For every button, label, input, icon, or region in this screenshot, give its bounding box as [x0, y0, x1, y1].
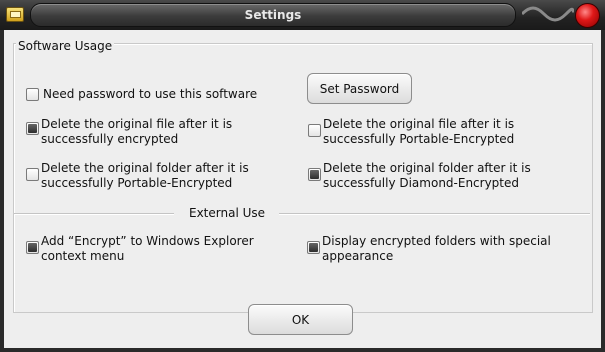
close-button[interactable]: [575, 3, 600, 28]
delete-file-portable-label: Delete the original file after it is suc…: [323, 117, 515, 146]
need-password-label: Need password to use this software: [43, 87, 258, 101]
title-bar[interactable]: Settings: [0, 0, 605, 30]
need-password-checkbox[interactable]: [26, 88, 39, 101]
special-appearance-checkbox[interactable]: [307, 241, 320, 254]
delete-folder-diamond-label: Delete the original folder after it is s…: [323, 161, 531, 190]
delete-file-portable-checkbox[interactable]: [308, 124, 321, 137]
settings-panel: Software Usage Need password to use this…: [4, 30, 601, 348]
delete-file-encrypted-label: Delete the original file after it is suc…: [41, 117, 233, 146]
special-appearance-label: Display encrypted folders with special a…: [322, 234, 551, 263]
software-usage-title: Software Usage: [16, 39, 115, 53]
ok-button[interactable]: OK: [248, 304, 353, 335]
external-use-title: External Use: [185, 206, 270, 220]
window-decoration-icon: [522, 6, 574, 22]
window-title: Settings: [30, 3, 516, 27]
set-password-button[interactable]: Set Password: [307, 73, 412, 104]
delete-folder-portable-checkbox[interactable]: [26, 168, 39, 181]
delete-file-encrypted-checkbox[interactable]: [26, 122, 39, 135]
delete-folder-portable-label: Delete the original folder after it is s…: [41, 161, 249, 190]
external-use-divider-left: [14, 213, 174, 215]
external-use-divider-right: [279, 213, 590, 215]
explorer-context-menu-label: Add “Encrypt” to Windows Explorer contex…: [41, 234, 254, 263]
explorer-context-menu-checkbox[interactable]: [26, 241, 39, 254]
delete-folder-diamond-checkbox[interactable]: [308, 168, 321, 181]
app-icon: [6, 7, 24, 22]
